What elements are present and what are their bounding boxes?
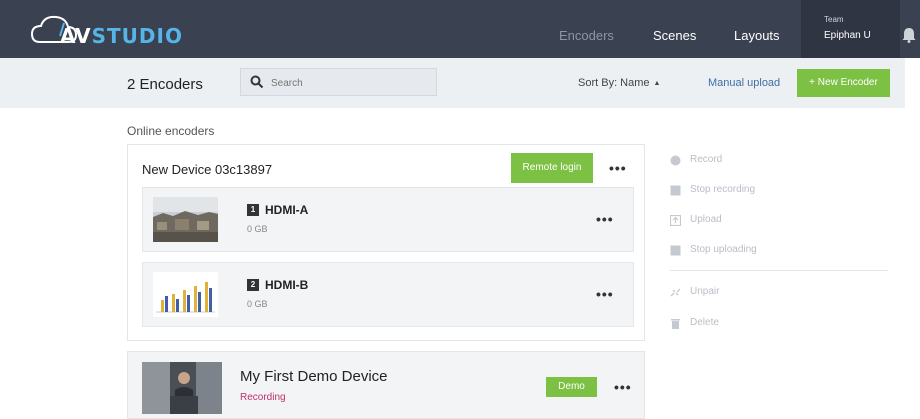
encoder-count: 2 Encoders <box>127 76 203 93</box>
bell-icon[interactable] <box>902 27 916 43</box>
channel-number-badge: 1 <box>247 204 259 216</box>
device-name: New Device 03c13897 <box>142 162 273 177</box>
sort-label: Sort By: Name <box>578 77 650 89</box>
stop-icon <box>670 185 681 196</box>
encoder-toolbar: 2 Encoders Sort By: Name▲ Manual upload … <box>0 58 905 108</box>
upload-icon <box>670 215 681 226</box>
team-name: Epiphan U <box>824 30 871 41</box>
caret-up-icon: ▲ <box>653 79 661 87</box>
nav-layouts[interactable]: Layouts <box>734 28 780 43</box>
channel-row[interactable]: 2 HDMI-B 0 GB ••• <box>142 262 634 327</box>
demo-badge: Demo <box>546 377 597 397</box>
team-label: Team <box>824 15 844 24</box>
remote-login-button[interactable]: Remote login <box>511 153 593 183</box>
record-icon <box>670 155 681 166</box>
stop-uploading-label: Stop uploading <box>690 244 757 255</box>
channel-storage-size: 0 GB <box>247 224 268 234</box>
logo-wordmark: AVSTUDIO <box>60 24 183 48</box>
search-icon <box>250 75 264 89</box>
demo-device-name: My First Demo Device <box>240 368 388 385</box>
channel-more-button[interactable]: ••• <box>596 286 614 302</box>
channel-thumbnail <box>153 272 218 317</box>
new-encoder-button[interactable]: + New Encoder <box>797 69 890 97</box>
online-encoders-heading: Online encoders <box>127 124 215 138</box>
logo-studio-text: STUDIO <box>91 24 183 48</box>
device-more-button[interactable]: ••• <box>609 160 627 176</box>
search-input[interactable] <box>271 75 431 91</box>
record-label: Record <box>690 154 723 165</box>
unpair-label: Unpair <box>690 286 720 297</box>
channel-more-button[interactable]: ••• <box>596 211 614 227</box>
stop-icon <box>670 245 681 256</box>
nav-scenes[interactable]: Scenes <box>653 28 696 43</box>
stop-recording-label: Stop recording <box>690 184 756 195</box>
actions-divider <box>670 270 888 271</box>
upload-label: Upload <box>690 214 722 225</box>
top-navigation-bar: AVSTUDIO Encoders Scenes Layouts Team Ep… <box>0 0 920 58</box>
channel-row[interactable]: 1 HDMI-A 0 GB ••• <box>142 187 634 252</box>
device-card[interactable]: New Device 03c13897 Remote login ••• 1 H… <box>127 144 645 341</box>
demo-more-button[interactable]: ••• <box>614 379 632 395</box>
channel-thumbnail <box>153 197 218 242</box>
team-switcher[interactable]: Team Epiphan U <box>801 0 900 58</box>
recording-status: Recording <box>240 392 286 403</box>
channel-storage-size: 0 GB <box>247 299 268 309</box>
channel-name: HDMI-A <box>265 203 309 217</box>
search-box[interactable] <box>240 68 437 96</box>
delete-label: Delete <box>690 317 719 328</box>
unpair-icon <box>670 288 681 297</box>
manual-upload-link[interactable]: Manual upload <box>708 77 780 89</box>
sort-dropdown[interactable]: Sort By: Name ▲ <box>578 77 660 89</box>
nav-encoders[interactable]: Encoders <box>559 28 614 43</box>
logo-av-text: AV <box>60 24 92 48</box>
demo-device-thumbnail <box>142 362 222 414</box>
demo-device-card[interactable]: My First Demo Device Recording Demo ••• <box>127 351 645 419</box>
trash-icon <box>671 319 680 329</box>
channel-name: HDMI-B <box>265 278 309 292</box>
channel-number-badge: 2 <box>247 279 259 291</box>
